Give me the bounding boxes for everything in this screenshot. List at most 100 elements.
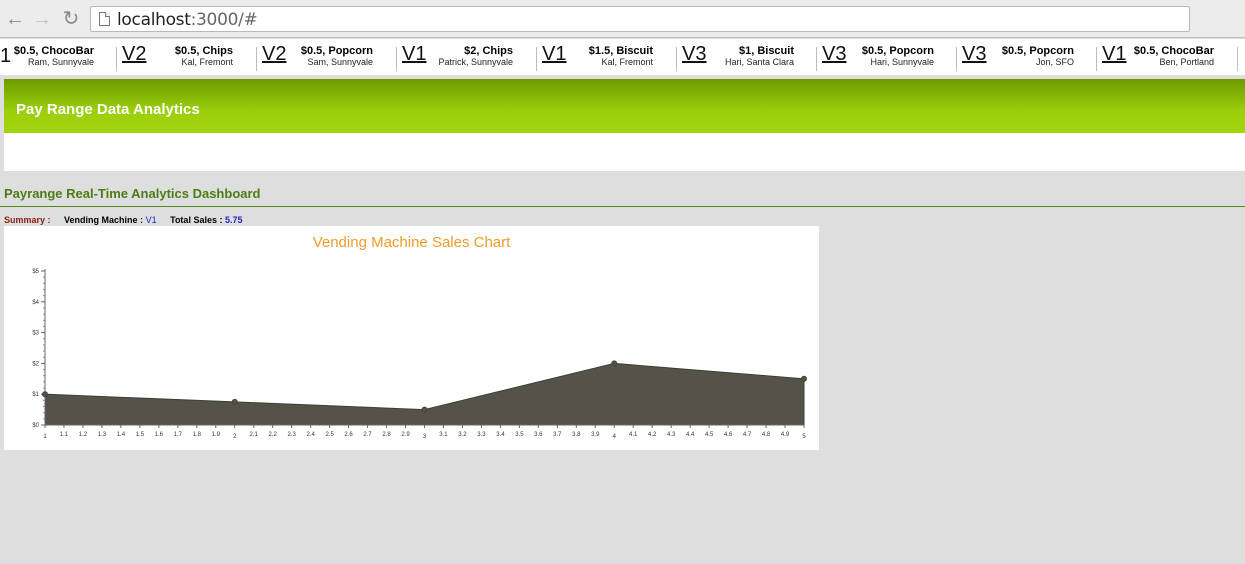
url-text: localhost:3000/# (117, 10, 258, 30)
x-tick-label: 4.7 (743, 432, 752, 438)
x-tick-label: 3.1 (439, 432, 448, 438)
ticker-item-customer: Hari, Sunnyvale (870, 57, 934, 67)
x-tick-label: 2.5 (325, 432, 334, 438)
x-tick-label: 4.6 (724, 432, 733, 438)
ticker-item-title: $0.5, ChocoBar (1133, 45, 1214, 57)
ticker-separator (816, 47, 817, 71)
y-tick-label: $4 (32, 300, 39, 306)
y-tick-label: $0 (32, 423, 39, 429)
x-tick-label: 4.2 (648, 432, 657, 438)
ticker-item: $0.5, Chips Kal, Fremont (137, 45, 233, 68)
ticker-item: $0.5, Popcorn Jon, SFO (978, 45, 1074, 68)
x-tick-label: 3.6 (534, 432, 543, 438)
data-point (42, 391, 48, 398)
x-tick-label: 4.4 (686, 432, 695, 438)
ticker-separator (676, 47, 677, 71)
ticker-separator (256, 47, 257, 71)
sales-area (44, 362, 805, 426)
summary-bar: Summary : Vending Machine : V1 Total Sal… (4, 215, 243, 225)
machine-label: Vending Machine : (64, 215, 144, 225)
data-point (231, 398, 238, 405)
x-tick-label: 4.9 (781, 432, 790, 438)
ticker-separator (1096, 47, 1097, 71)
x-tick-label: 2.6 (344, 432, 353, 438)
ticker-item-customer: Ram, Sunnyvale (27, 57, 94, 67)
app-title: Pay Range Data Analytics (16, 101, 200, 118)
x-tick-label: 1 (43, 434, 47, 440)
x-tick-label: 1.5 (136, 432, 145, 438)
x-tick-label: 1.7 (174, 432, 183, 438)
machine-value: V1 (145, 215, 157, 225)
x-tick-label: 1.3 (98, 432, 107, 438)
x-tick-label: 2.9 (401, 432, 410, 438)
y-tick-label: $2 (32, 361, 39, 367)
sales-chart: Vending Machine Sales Chart $0 $1 $2 $3 $4 $5… (4, 226, 819, 450)
ticker-item-title: $1, Biscuit (738, 45, 794, 57)
x-tick-label: 4.3 (667, 432, 676, 438)
x-tick-label: 3 (423, 434, 427, 440)
ticker-item-customer: Kal, Fremont (601, 57, 653, 67)
total-sales-value: 5.75 (224, 215, 243, 225)
ticker-item-title: $0.5, Popcorn (300, 45, 373, 57)
x-tick-label: 4.8 (762, 432, 771, 438)
x-tick-label: 2 (233, 434, 237, 440)
ticker-item: $0.5, ChocoBar Ram, Sunnyvale (0, 45, 94, 68)
x-tick-label: 2.8 (382, 432, 391, 438)
ticker-item-customer: Hari, Santa Clara (724, 57, 794, 67)
ticker-item-customer: Kal, Fremont (181, 57, 233, 67)
ticker-item: $0.5, ChocoBar Ben, Portland (1118, 45, 1214, 68)
y-tick-label: $3 (32, 331, 39, 337)
ticker-item-customer: Ben, Portland (1159, 57, 1214, 67)
x-tick-label: 1.4 (117, 432, 126, 438)
ticker-item-customer: Patrick, Sunnyvale (438, 57, 513, 67)
data-point (421, 406, 428, 413)
x-tick-label: 2.4 (306, 432, 315, 438)
app-header: Pay Range Data Analytics (4, 79, 1245, 133)
ticker-item: $2, Chips Patrick, Sunnyvale (417, 45, 513, 68)
ticker-separator (396, 47, 397, 71)
x-tick-label: 2.2 (269, 432, 278, 438)
ticker-item-title: $0.5, Chips (174, 45, 233, 57)
back-arrow-icon[interactable]: ← (4, 8, 26, 30)
ticker-item-customer: Sam, Sunnyvale (307, 57, 373, 67)
ticker-item: $0.5, Popcorn Hari, Sunnyvale (838, 45, 934, 68)
sales-ticker: 1 $0.5, ChocoBar Ram, Sunnyvale V2 $0.5, Ch… (0, 39, 1245, 75)
address-bar[interactable]: localhost:3000/# (90, 6, 1190, 32)
dashboard-title: Payrange Real-Time Analytics Dashboard (4, 186, 261, 201)
summary-label: Summary : (4, 215, 51, 225)
x-tick-label: 3.5 (515, 432, 524, 438)
x-tick-label: 2.1 (250, 432, 259, 438)
ticker-separator (956, 47, 957, 71)
x-tick-label: 3.8 (572, 432, 581, 438)
browser-toolbar: ← → ↻ localhost:3000/# (0, 0, 1245, 38)
page-icon (99, 12, 110, 26)
x-tick-label: 2.3 (288, 432, 297, 438)
ticker-item-title: $0.5, Popcorn (861, 45, 934, 57)
x-tick-label: 5 (802, 434, 806, 440)
x-tick-label: 3.3 (477, 432, 486, 438)
forward-arrow-icon[interactable]: → (31, 8, 53, 30)
x-tick-label: 4.1 (629, 432, 638, 438)
x-tick-label: 1.1 (60, 432, 69, 438)
x-tick-label: 2.7 (363, 432, 372, 438)
x-tick-label: 3.4 (496, 432, 505, 438)
x-tick-label: 1.9 (212, 432, 221, 438)
ticker-item-title: $2, Chips (464, 45, 513, 57)
ticker-item-title: $1.5, Biscuit (588, 45, 653, 57)
total-sales-label: Total Sales : (170, 215, 223, 225)
y-tick-label: $1 (32, 392, 39, 398)
ticker-item-title: $0.5, Popcorn (1001, 45, 1074, 57)
ticker-item-title: $0.5, ChocoBar (13, 45, 94, 57)
ticker-item: $1, Biscuit Hari, Santa Clara (698, 45, 794, 68)
x-tick-label: 4 (613, 434, 617, 440)
x-tick-label: 3.9 (591, 432, 600, 438)
x-tick-label: 3.7 (553, 432, 562, 438)
chart-canvas: $0 $1 $2 $3 $4 $5 1 1.1 1.2 1.3 1.4 1.5 1.6 1.7 1.8 1.9… (32, 269, 807, 440)
header-spacer (4, 133, 1245, 171)
reload-icon[interactable]: ↻ (60, 8, 82, 30)
dashboard-divider (0, 206, 1245, 207)
ticker-item-customer: Jon, SFO (1035, 57, 1074, 67)
ticker-separator (116, 47, 117, 71)
ticker-item: $0.5, Popcorn Sam, Sunnyvale (277, 45, 373, 68)
ticker-separator (536, 47, 537, 71)
